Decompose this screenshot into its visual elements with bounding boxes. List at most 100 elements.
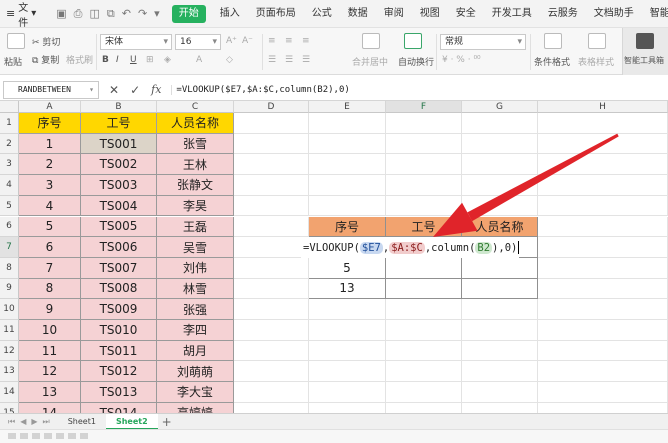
table-cell[interactable]: TS001: [81, 133, 157, 155]
cell[interactable]: [234, 195, 309, 217]
row-header-14[interactable]: 14: [0, 382, 19, 403]
table-cell[interactable]: 刘萌萌: [157, 361, 234, 383]
cell[interactable]: [538, 278, 668, 300]
cell[interactable]: [386, 382, 462, 403]
tab-home[interactable]: 开始: [171, 4, 206, 23]
table-cell[interactable]: TS009: [81, 299, 157, 320]
column-header-h[interactable]: H: [538, 101, 668, 113]
table-cell[interactable]: 7: [19, 257, 81, 279]
cell[interactable]: [234, 340, 309, 362]
cell[interactable]: [234, 257, 309, 279]
file-menu[interactable]: ≡ 文件 ▾: [0, 0, 42, 29]
table-cell[interactable]: TS006: [81, 237, 157, 258]
cell[interactable]: [309, 175, 386, 196]
cell[interactable]: [309, 154, 386, 176]
tab-page-layout[interactable]: 页面布局: [248, 0, 304, 28]
editing-cell-e7[interactable]: =VLOOKUP($E7, $A:$C ,column(B2),0): [301, 237, 520, 258]
print-icon[interactable]: ⎙: [74, 7, 83, 21]
sheet-tab-sheet2[interactable]: Sheet2: [105, 413, 158, 430]
lookup-header-cell[interactable]: 工号: [386, 216, 462, 238]
cell[interactable]: [386, 299, 462, 320]
cell[interactable]: [538, 195, 668, 217]
cell[interactable]: [538, 154, 668, 176]
cell[interactable]: [386, 195, 462, 217]
cell[interactable]: [462, 133, 538, 155]
cell[interactable]: [386, 320, 462, 341]
table-cell[interactable]: 李大宝: [157, 382, 234, 403]
cell[interactable]: [538, 113, 668, 134]
smart-toolbox-button[interactable]: 智能工具箱: [622, 28, 668, 75]
cell[interactable]: [538, 175, 668, 196]
cell[interactable]: [234, 299, 309, 320]
wrap-text-icon[interactable]: [404, 33, 422, 49]
table-cell[interactable]: 林雪: [157, 278, 234, 300]
cell[interactable]: [462, 382, 538, 403]
table-cell[interactable]: TS007: [81, 257, 157, 279]
cell[interactable]: [309, 402, 386, 413]
lookup-id-cell[interactable]: 13: [309, 278, 386, 300]
cell[interactable]: [462, 299, 538, 320]
cell[interactable]: [234, 320, 309, 341]
lookup-result-cell[interactable]: [386, 278, 462, 300]
save-icon[interactable]: ▣: [56, 7, 66, 20]
cell[interactable]: [538, 257, 668, 279]
row-header-1[interactable]: 1: [0, 113, 19, 134]
paste-button-label[interactable]: 粘贴: [4, 55, 22, 68]
font-size-select[interactable]: 16 ▾: [175, 34, 221, 50]
cell[interactable]: [234, 278, 309, 300]
cell[interactable]: [462, 361, 538, 383]
align-middle-icon[interactable]: ≡: [285, 36, 293, 46]
formula-input[interactable]: =VLOOKUP($E7,$A:$C,column(B2),0): [171, 84, 350, 95]
row-header-5[interactable]: 5: [0, 195, 19, 217]
cell[interactable]: [309, 113, 386, 134]
table-cell[interactable]: 10: [19, 320, 81, 341]
table-header-cell[interactable]: 工号: [81, 113, 157, 134]
table-cell[interactable]: TS002: [81, 154, 157, 176]
wrap-text-button[interactable]: 自动换行: [398, 55, 434, 68]
customize-icon[interactable]: ▾: [154, 7, 160, 20]
column-header-c[interactable]: C: [157, 101, 234, 113]
conditional-format-icon[interactable]: [544, 33, 562, 49]
cell[interactable]: [538, 320, 668, 341]
paste-icon[interactable]: [7, 33, 25, 49]
border-icon[interactable]: ⊞: [146, 55, 154, 65]
bold-button[interactable]: B: [102, 55, 109, 65]
decrease-font-button[interactable]: A⁻: [242, 36, 253, 46]
cell[interactable]: [386, 361, 462, 383]
undo-icon[interactable]: ↶: [122, 7, 131, 20]
font-color-icon[interactable]: A: [196, 55, 202, 65]
table-cell[interactable]: TS010: [81, 320, 157, 341]
table-header-cell[interactable]: 序号: [19, 113, 81, 134]
lookup-id-cell[interactable]: 5: [309, 257, 386, 279]
column-header-d[interactable]: D: [234, 101, 309, 113]
tab-doc-assistant[interactable]: 文档助手: [586, 0, 642, 28]
cancel-icon[interactable]: ✕: [109, 83, 119, 97]
table-cell[interactable]: 12: [19, 361, 81, 383]
cell[interactable]: [234, 402, 309, 413]
table-style-icon[interactable]: [588, 33, 606, 49]
cell[interactable]: [234, 154, 309, 176]
underline-button[interactable]: U: [130, 55, 137, 65]
table-cell[interactable]: 8: [19, 278, 81, 300]
italic-button[interactable]: I: [116, 55, 119, 65]
prev-sheet-icon[interactable]: ◀: [20, 417, 26, 427]
table-cell[interactable]: 吴雪: [157, 237, 234, 258]
row-header-6[interactable]: 6: [0, 216, 19, 238]
cell[interactable]: [386, 154, 462, 176]
row-header-3[interactable]: 3: [0, 154, 19, 176]
cell[interactable]: [309, 195, 386, 217]
format-painter-button[interactable]: 格式刷: [66, 53, 93, 66]
table-cell[interactable]: 13: [19, 382, 81, 403]
cell[interactable]: [462, 154, 538, 176]
column-header-g[interactable]: G: [462, 101, 538, 113]
table-cell[interactable]: 李四: [157, 320, 234, 341]
merge-center-icon[interactable]: [362, 33, 380, 49]
insert-function-icon[interactable]: fx: [151, 83, 161, 97]
cell[interactable]: [538, 402, 668, 413]
lookup-result-cell[interactable]: [462, 257, 538, 279]
cell[interactable]: [462, 320, 538, 341]
align-center-icon[interactable]: ☰: [285, 55, 293, 65]
tab-smart-toolbox[interactable]: 智能工具箱: [642, 0, 668, 28]
conditional-format-button[interactable]: 条件格式: [534, 55, 570, 68]
table-cell[interactable]: TS011: [81, 340, 157, 362]
